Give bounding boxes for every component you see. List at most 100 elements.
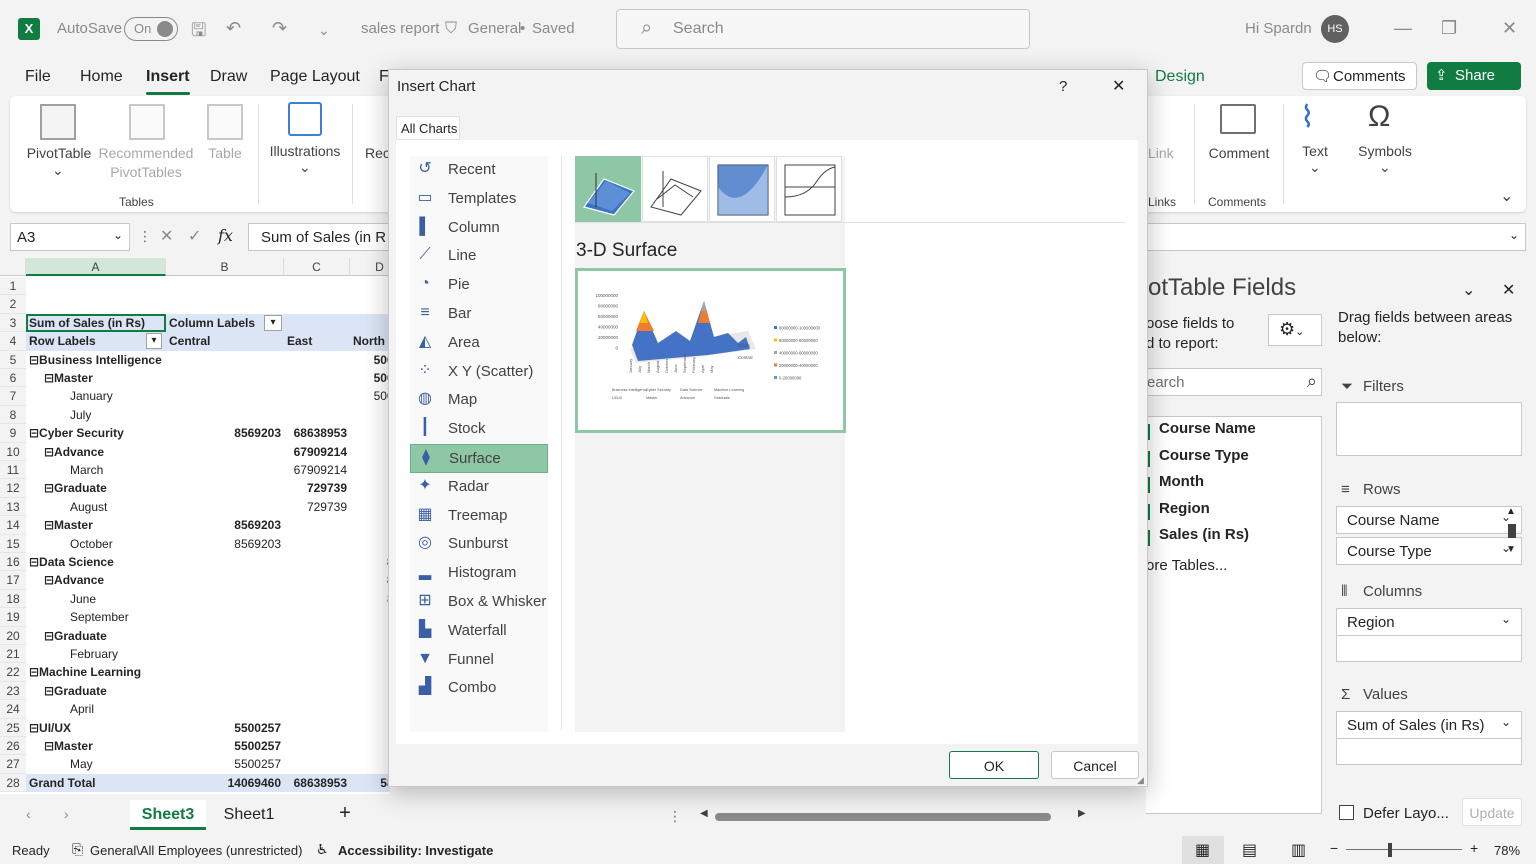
chart-type-line[interactable]: ⟋ Line [410,242,548,271]
chart-type-column[interactable]: ▌ Column [410,214,548,243]
cell-b14[interactable]: 8569203 [169,516,281,534]
cell-a5[interactable]: ⊟Business Intelligence [29,351,163,369]
cell-c18[interactable] [287,590,347,608]
cell-c9[interactable]: 68638953 [287,424,347,442]
row-header[interactable]: 26 [0,737,26,756]
cell-c26[interactable] [287,737,347,755]
restore-icon[interactable]: ❐ [1441,18,1457,39]
cell-b12[interactable] [169,479,281,497]
cell-b20[interactable] [169,627,281,645]
rows-item-course-name[interactable]: Course Name ⌄ [1336,506,1522,534]
chart-type-templates[interactable]: ▭ Templates [410,185,548,214]
cell-a14[interactable]: ⊟Master [44,516,163,534]
cell-b18[interactable] [169,590,281,608]
cell-d26[interactable] [353,737,390,755]
zoom-level[interactable]: 78% [1494,843,1520,858]
subtype-wireframe-contour[interactable] [776,156,842,222]
column-header-c[interactable]: C [284,258,350,276]
chart-type-area[interactable]: ◭ Area [410,329,548,358]
help-button[interactable]: ? [1059,78,1067,95]
cell-b13[interactable] [169,498,281,516]
illustrations-button[interactable]: Illustrations [266,143,344,159]
cell-d17[interactable]: 802 [353,571,390,589]
chart-type-pie[interactable]: ◔ Pie [410,271,548,300]
cell-a26[interactable]: ⊟Master [44,737,163,755]
cell-b2[interactable] [169,295,281,313]
cell-a1[interactable] [29,277,163,295]
rows-item-course-type[interactable]: Course Type ⌄ [1336,537,1522,565]
row-header[interactable]: 4 [0,332,26,351]
row-header[interactable]: 28 [0,773,26,793]
chart-type-waterfall[interactable]: ▙ Waterfall [410,617,548,646]
cell-a7[interactable]: January [70,387,163,405]
cell-c19[interactable] [287,608,347,626]
cell-b10[interactable] [169,443,281,461]
chart-type-x-y-scatter-[interactable]: ⁘ X Y (Scatter) [410,358,548,387]
sensitivity-label[interactable]: General [468,20,521,37]
tab-file[interactable]: File [25,68,51,86]
cell-a28[interactable]: Grand Total [29,774,163,792]
status-sensitivity[interactable]: General\All Employees (unrestricted) [90,843,302,858]
column-labels-filter-button[interactable]: ▾ [264,314,282,331]
tab-page-layout[interactable]: Page Layout [270,68,360,86]
cell-a23[interactable]: ⊟Graduate [44,682,163,700]
cell-a12[interactable]: ⊟Graduate [44,479,163,497]
recommended-charts-button[interactable]: Rec [365,145,390,161]
column-header-b[interactable]: B [166,258,284,276]
resize-grip-icon[interactable]: ◢ [1137,775,1144,786]
cell-c4[interactable]: East [287,332,347,350]
cell-c10[interactable]: 67909214 [287,443,347,461]
more-tables-link[interactable]: ore Tables... [1146,557,1227,574]
update-button[interactable]: Update [1462,798,1522,826]
cell-d11[interactable] [353,461,390,479]
undo-icon[interactable]: ↶ [226,18,241,39]
redo-icon[interactable]: ↷ [272,18,287,39]
page-layout-view-icon[interactable]: ▤ [1242,840,1257,860]
scroll-left-icon[interactable]: ◀ [700,808,708,819]
insert-function-icon[interactable]: fx [218,226,233,245]
columns-item-region[interactable]: Region ⌄ [1336,608,1522,636]
cell-d2[interactable] [353,295,390,313]
cell-b23[interactable] [169,682,281,700]
cell-a19[interactable]: September [70,608,163,626]
formula-bar-more-icon[interactable]: ⋮ [138,228,152,245]
chart-preview[interactable]: 100000000 80000000 60000000 40000000 2000000… [575,268,846,433]
row-header[interactable]: 14 [0,516,26,535]
cell-b15[interactable]: 8569203 [169,535,281,553]
row-header[interactable]: 27 [0,755,26,774]
horizontal-scrollbar[interactable] [715,813,1051,821]
tab-draw[interactable]: Draw [210,68,247,86]
row-header[interactable]: 13 [0,497,26,517]
cell-d19[interactable] [353,608,390,626]
row-header[interactable]: 3 [0,313,26,333]
cell-d13[interactable] [353,498,390,516]
cell-d24[interactable] [353,700,390,718]
cell-b17[interactable] [169,571,281,589]
search-box[interactable]: ⌕ Search [616,9,1030,49]
columns-area[interactable] [1336,636,1522,662]
defer-layout-checkbox[interactable] [1339,805,1354,820]
cell-b27[interactable]: 5500257 [169,755,281,773]
cell-c5[interactable] [287,351,347,369]
cell-b25[interactable]: 5500257 [169,719,281,737]
row-header[interactable]: 24 [0,700,26,719]
cell-a27[interactable]: May [70,755,163,773]
cell-a2[interactable] [29,295,163,313]
cell-d1[interactable] [353,277,390,295]
pane-settings-button[interactable]: ⚙⌄ [1268,314,1322,346]
next-sheet-icon[interactable]: › [64,806,69,822]
chart-type-combo[interactable]: ▟ Combo [410,674,548,703]
tab-insert[interactable]: Insert [146,68,190,86]
cell-d18[interactable]: 802 [353,590,390,608]
field-month[interactable]: Month [1146,473,1204,497]
cell-c15[interactable] [287,535,347,553]
column-header-a[interactable]: A [26,258,166,276]
scroll-thumb[interactable] [1508,524,1516,538]
cell-d6[interactable]: 50000 [353,369,390,387]
cell-b21[interactable] [169,645,281,663]
row-header[interactable]: 20 [0,626,26,645]
field-course-name[interactable]: Course Name [1146,420,1256,444]
ok-button[interactable]: OK [949,751,1039,779]
enter-check-icon[interactable]: ✓ [188,226,201,246]
scroll-right-icon[interactable]: ▶ [1078,808,1086,819]
